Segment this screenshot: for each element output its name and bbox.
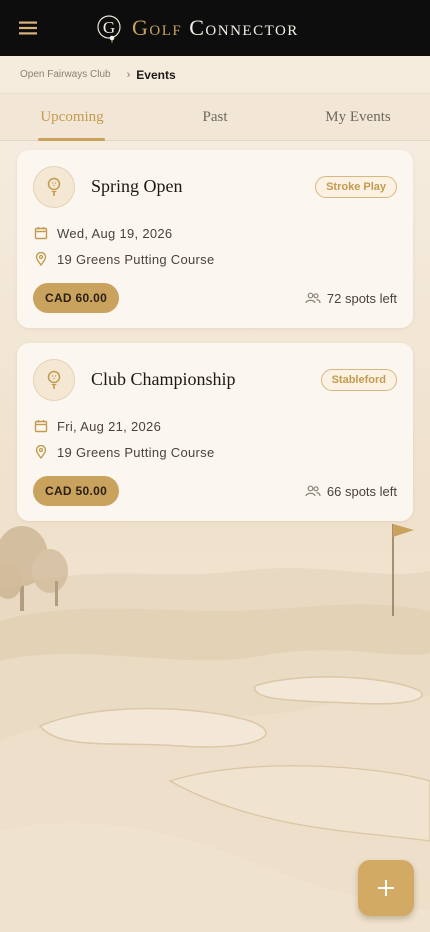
calendar-icon bbox=[34, 420, 48, 433]
event-tabs: Upcoming Past My Events bbox=[0, 94, 430, 141]
event-title: Club Championship bbox=[91, 369, 236, 389]
event-title: Spring Open bbox=[91, 176, 183, 196]
people-icon bbox=[305, 292, 321, 304]
map-pin-icon bbox=[35, 252, 47, 266]
event-spots: 66 spots left bbox=[305, 482, 397, 500]
event-price-button[interactable]: CAD 50.00 bbox=[33, 476, 120, 506]
event-icon-badge bbox=[33, 359, 75, 401]
event-format-badge: Stroke Play bbox=[315, 176, 397, 198]
event-location: 19 Greens Putting Course bbox=[33, 443, 215, 461]
event-location: 19 Greens Putting Course bbox=[33, 250, 215, 268]
breadcrumb-current: Events bbox=[136, 67, 176, 82]
event-icon-badge bbox=[33, 166, 75, 208]
breadcrumb: Open Fairways Club › Events bbox=[0, 56, 430, 94]
app-title-word1: Golf bbox=[132, 15, 183, 40]
event-spots-text: 72 spots left bbox=[326, 290, 397, 306]
breadcrumb-club-link[interactable]: Open Fairways Club bbox=[20, 69, 111, 80]
golf-logo: G bbox=[97, 15, 121, 43]
event-location-text: 19 Greens Putting Course bbox=[57, 444, 215, 460]
tab-my-events[interactable]: My Events bbox=[308, 94, 408, 140]
event-date: Fri, Aug 21, 2026 bbox=[33, 417, 161, 435]
menu-button[interactable] bbox=[12, 12, 44, 44]
people-icon bbox=[305, 485, 321, 497]
app-bar: G Golf Connector bbox=[0, 0, 430, 56]
golf-ball-tee-icon bbox=[47, 177, 61, 196]
app-title: Golf Connector bbox=[132, 15, 299, 41]
app-title-word2: Connector bbox=[189, 15, 299, 40]
tab-upcoming[interactable]: Upcoming bbox=[24, 94, 120, 140]
event-format-badge: Stableford bbox=[320, 369, 397, 391]
event-location-text: 19 Greens Putting Course bbox=[57, 251, 215, 267]
event-spots-text: 66 spots left bbox=[326, 483, 397, 499]
event-price-button[interactable]: CAD 60.00 bbox=[33, 283, 120, 313]
brand[interactable]: G Golf Connector bbox=[96, 12, 299, 44]
golf-ball-tee-icon bbox=[47, 370, 61, 389]
menu-icon bbox=[19, 21, 37, 35]
calendar-icon bbox=[34, 227, 48, 240]
tab-past[interactable]: Past bbox=[167, 94, 263, 140]
event-date-text: Fri, Aug 21, 2026 bbox=[57, 418, 162, 434]
event-card[interactable]: Spring Open Stroke Play Wed, Aug 19, 202… bbox=[17, 150, 413, 328]
event-spots: 72 spots left bbox=[305, 289, 397, 307]
event-date-text: Wed, Aug 19, 2026 bbox=[57, 225, 173, 241]
plus-icon bbox=[378, 880, 394, 896]
svg-text:G: G bbox=[103, 18, 115, 37]
breadcrumb-separator: › bbox=[126, 68, 131, 81]
add-event-button[interactable] bbox=[358, 860, 414, 916]
map-pin-icon bbox=[35, 445, 47, 459]
event-card[interactable]: Club Championship Stableford Fri, Aug 21… bbox=[17, 343, 413, 521]
event-date: Wed, Aug 19, 2026 bbox=[33, 224, 172, 242]
